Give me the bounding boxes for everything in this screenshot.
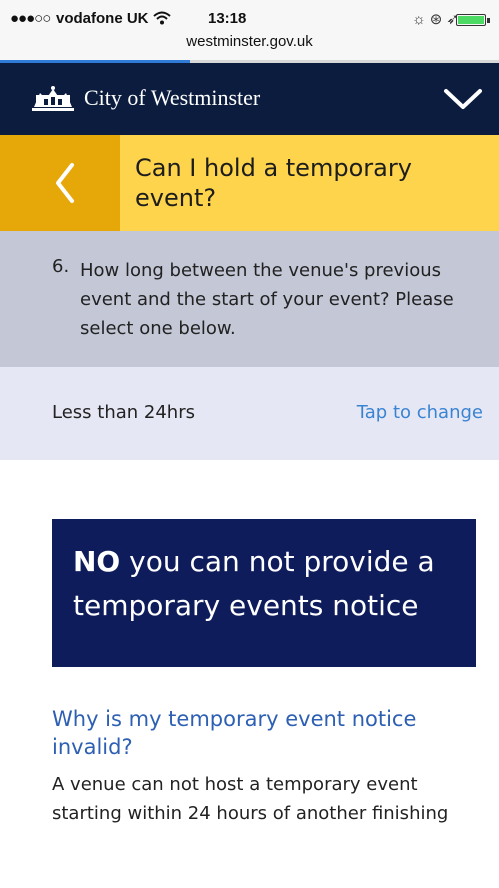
- site-header: City of Westminster: [0, 63, 499, 135]
- brightness-icon: ☼: [412, 11, 430, 28]
- clock: 13:18: [208, 10, 247, 27]
- chevron-down-icon: [444, 89, 482, 109]
- westminster-crest-icon: [32, 86, 74, 111]
- wifi-icon: [153, 11, 171, 29]
- status-row: ●●●○○ vodafone UK 13:18 ☼⊛➶: [0, 10, 499, 30]
- back-button[interactable]: [0, 135, 120, 231]
- browser-status-bar: ●●●○○ vodafone UK 13:18 ☼⊛➶ westminster.…: [0, 0, 499, 63]
- signal-strength-icon: ●●●○○: [10, 10, 51, 27]
- tap-to-change-link[interactable]: Tap to change: [357, 402, 483, 423]
- question-number: 6.: [52, 256, 70, 277]
- chevron-left-icon: [56, 163, 74, 203]
- page-title: Can I hold a temporary event?: [135, 154, 412, 212]
- result-verdict: NO: [73, 545, 121, 578]
- question-text: How long between the venue's previous ev…: [80, 260, 454, 339]
- selected-answer-row[interactable]: Less than 24hrs Tap to change: [0, 367, 499, 460]
- app-screen: ●●●○○ vodafone UK 13:18 ☼⊛➶ westminster.…: [0, 0, 499, 888]
- explanation-text: A venue can not host a temporary event s…: [52, 774, 449, 824]
- question-panel: 6. How long between the venue's previous…: [0, 231, 499, 367]
- battery-level: [458, 16, 484, 24]
- site-brand-name[interactable]: City of Westminster: [84, 85, 260, 111]
- carrier-name: vodafone UK: [56, 10, 149, 27]
- battery-icon: [456, 14, 486, 26]
- battery-tip: [487, 18, 490, 23]
- result-message: NO you can not provide a temporary event…: [73, 540, 463, 628]
- page-title-bar: Can I hold a temporary event?: [0, 135, 499, 231]
- menu-toggle-button[interactable]: [440, 83, 486, 115]
- rotation-lock-icon: ⊛: [429, 11, 447, 28]
- result-detail: you can not provide a temporary events n…: [73, 545, 435, 622]
- address-bar[interactable]: westminster.gov.uk: [0, 33, 499, 50]
- why-invalid-link[interactable]: Why is my temporary event notice invalid…: [52, 705, 492, 761]
- selected-answer: Less than 24hrs: [52, 402, 195, 423]
- result-box: NO you can not provide a temporary event…: [52, 519, 476, 667]
